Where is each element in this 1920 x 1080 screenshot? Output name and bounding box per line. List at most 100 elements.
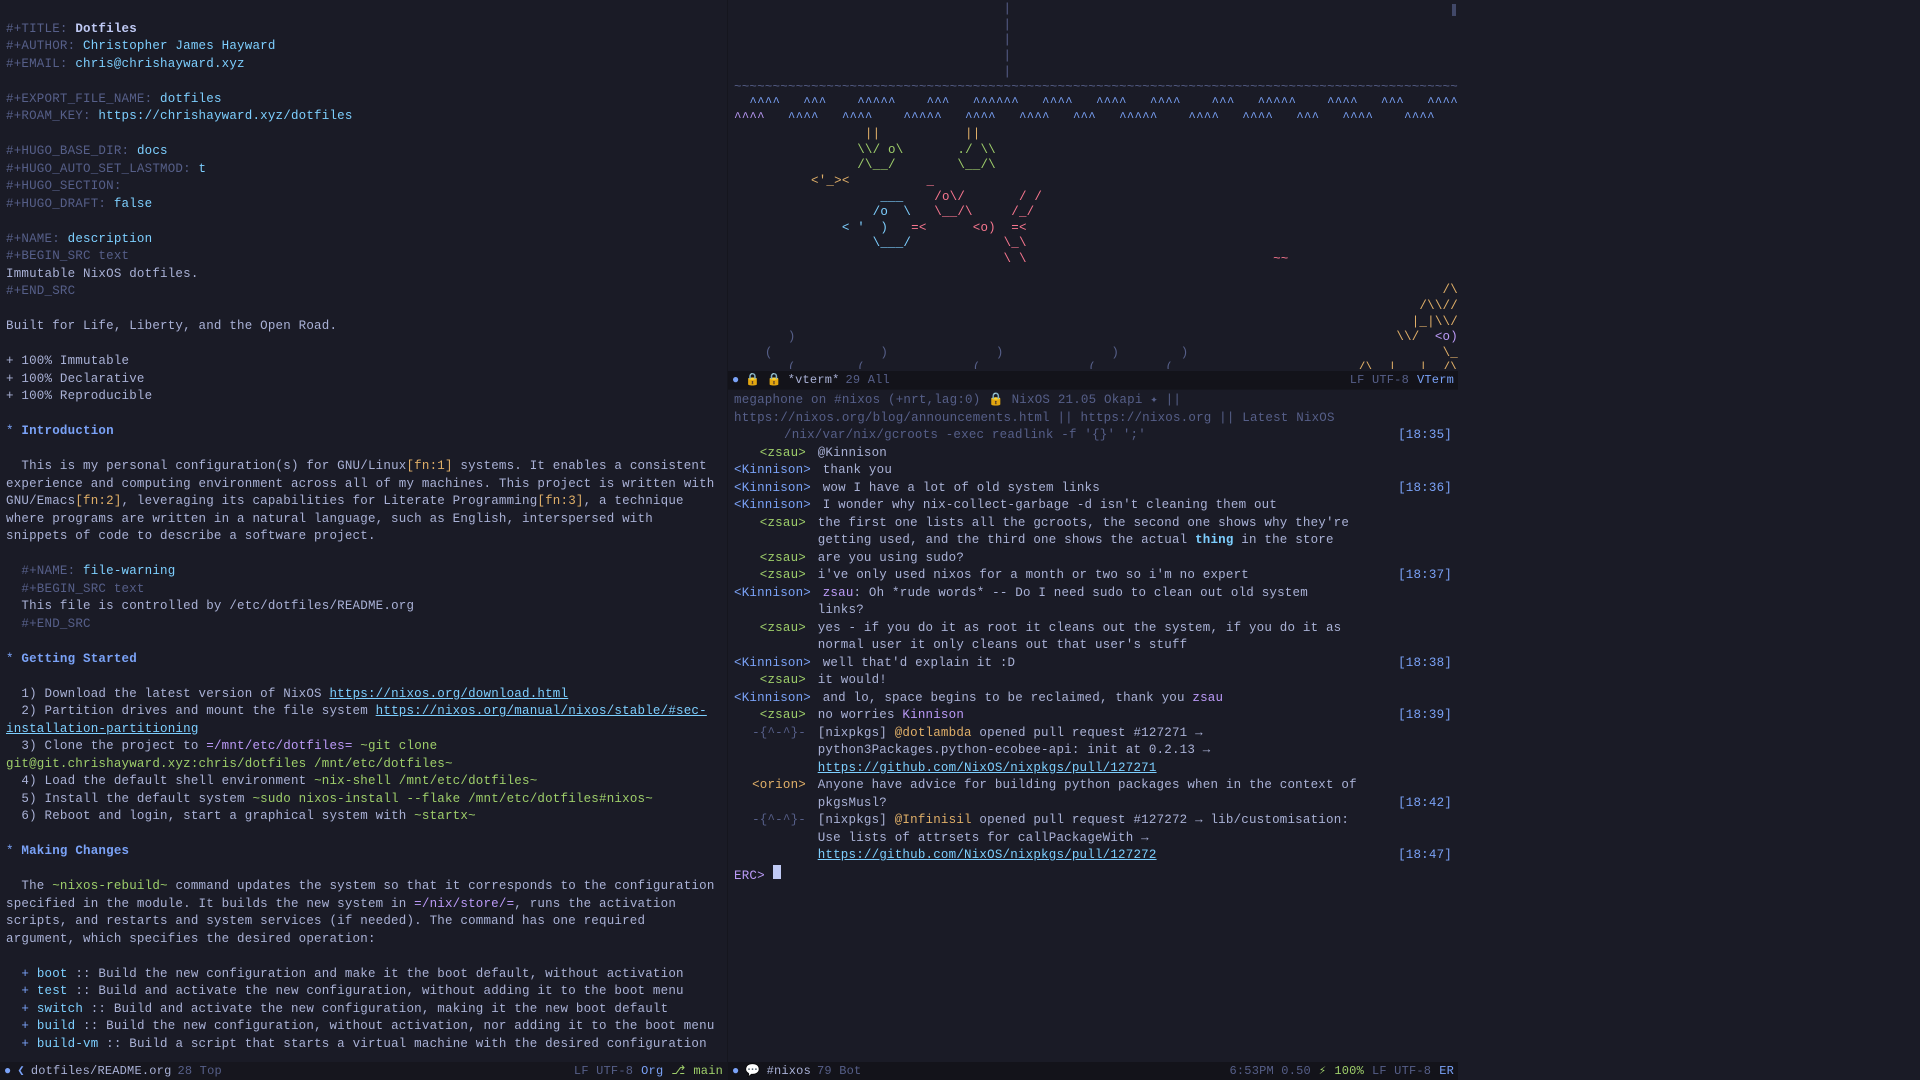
irc-line: <Kinnison> I wonder why nix-collect-garb… [734,497,1452,515]
irc-timestamp: [18:36] [1388,480,1452,498]
irc-content[interactable]: megaphone on #nixos (+nrt,lag:0) 🔒 NixOS… [728,390,1458,1060]
irc-message: the first one lists all the gcroots, the… [810,516,1355,530]
irc-message: Anyone have advice for building python p… [810,778,1363,792]
irc-nick: <Kinnison> [734,690,815,708]
chevron-icon: ❮ [17,1063,24,1080]
irc-line: <zsau> the first one lists all the gcroo… [734,515,1452,533]
cursor [773,865,781,879]
irc-timestamp: [18:37] [1388,567,1452,585]
footnote-1[interactable]: [fn:1] [406,459,452,473]
irc-message: i've only used nixos for a month or two … [810,568,1255,582]
battery-icon: ⚡ [1319,1063,1326,1080]
irc-message: getting used, and the third one shows th… [810,533,1340,547]
irc-message: no worries Kinnison [810,708,970,722]
modeline-irc[interactable]: ● 💬 #nixos 79 Bot 6:53PM 0.50 ⚡ 100% LF … [728,1062,1458,1080]
modeline-editor[interactable]: ● ❮ dotfiles/README.org 28 Top LF UTF-8 … [0,1062,727,1080]
modeline-filename: dotfiles/README.org [31,1063,172,1080]
heading-making-changes[interactable]: Making Changes [21,844,129,858]
irc-message: [nixpkgs] @dotlambda opened pull request… [810,726,1209,740]
circle-icon: ● [4,1063,11,1080]
irc-nick: <zsau> [734,550,810,568]
irc-line: normal user it only cleans out that user… [734,637,1452,655]
irc-line: <Kinnison> zsau: Oh *rude words* -- Do I… [734,585,1452,603]
irc-line: <zsau> i've only used nixos for a month … [734,567,1452,585]
irc-message: https://github.com/NixOS/nixpkgs/pull/12… [810,848,1163,862]
irc-line: <zsau> are you using sudo? [734,550,1452,568]
vterm-pane: | | | | | ~~~~~~~~~~~~~~~~~~~~~~~~~~~~~~… [728,0,1458,390]
irc-timestamp: [18:47] [1388,847,1452,865]
irc-line: Use lists of attrsets for callPackageWit… [734,830,1452,848]
irc-message: it would! [810,673,893,687]
irc-pane: megaphone on #nixos (+nrt,lag:0) 🔒 NixOS… [728,390,1458,1080]
irc-message: normal user it only cleans out that user… [810,638,1193,652]
modeline-vc-branch: main [693,1063,723,1080]
irc-nick: -{^-^}- [734,725,810,743]
irc-line: -{^-^}- [nixpkgs] @dotlambda opened pull… [734,725,1452,743]
irc-line: <zsau> it would! [734,672,1452,690]
irc-nick: <Kinnison> [734,480,815,498]
modeline-encoding: LF UTF-8 [574,1063,633,1080]
modeline-vterm[interactable]: ● 🔒 🔒 *vterm* 29 All LF UTF-8 VTerm [728,371,1458,389]
modeline-position: 28 Top [177,1063,221,1080]
irc-message: @Kinnison [810,446,893,460]
vterm-buffer-name: *vterm* [788,372,840,389]
editor-content[interactable]: #+TITLE: Dotfiles #+AUTHOR: Christopher … [0,0,727,1060]
irc-line: pkgsMusl? [18:42] [734,795,1452,813]
irc-buffer-name: #nixos [767,1063,811,1080]
irc-nick: <zsau> [734,620,810,638]
tagline: Built for Life, Liberty, and the Open Ro… [6,319,337,333]
modeline-time: 6:53PM 0.50 [1230,1063,1311,1080]
irc-nick: <zsau> [734,445,810,463]
irc-line: <zsau> @Kinnison [734,445,1452,463]
irc-line: <zsau> no worries Kinnison[18:39] [734,707,1452,725]
vterm-content[interactable]: | | | | | ~~~~~~~~~~~~~~~~~~~~~~~~~~~~~~… [728,0,1458,369]
modeline-major-mode: Org [641,1063,663,1080]
irc-nick: <zsau> [734,515,810,533]
irc-line: -{^-^}- [nixpkgs] @Infinisil opened pull… [734,812,1452,830]
irc-line: <orion> Anyone have advice for building … [734,777,1452,795]
irc-line: python3Packages.python-ecobee-api: init … [734,742,1452,760]
branch-icon: ⎇ [671,1063,685,1080]
irc-nick: <Kinnison> [734,655,815,673]
irc-message: [nixpkgs] @Infinisil opened pull request… [810,813,1355,827]
irc-message: yes - if you do it as root it cleans out… [810,621,1347,635]
editor-pane: #+TITLE: Dotfiles #+AUTHOR: Christopher … [0,0,728,1080]
irc-nick: <Kinnison> [734,585,815,603]
irc-timestamp: [18:38] [1388,655,1452,673]
irc-message: well that'd explain it :D [815,656,1021,670]
link-download[interactable]: https://nixos.org/download.html [329,687,568,701]
irc-nick: <Kinnison> [734,462,815,480]
irc-message: https://github.com/NixOS/nixpkgs/pull/12… [810,761,1163,775]
irc-line: <Kinnison> well that'd explain it :D [18:… [734,655,1452,673]
irc-nick: <Kinnison> [734,497,815,515]
chat-icon: 💬 [745,1063,760,1080]
irc-nick: <zsau> [734,567,810,585]
irc-nick: <orion> [734,777,810,795]
irc-prompt-line[interactable]: ERC> [734,865,1452,886]
irc-message: Use lists of attrsets for callPackageWit… [810,831,1155,845]
irc-nick: -{^-^}- [734,812,810,830]
irc-line: <zsau> yes - if you do it as root it cle… [734,620,1452,638]
irc-message: I wonder why nix-collect-garbage -d isn'… [815,498,1283,512]
meta-key: #+TITLE: [6,22,68,36]
irc-message: pkgsMusl? [810,796,893,810]
lock-icon: 🔒 [745,372,760,389]
irc-message: zsau: Oh *rude words* -- Do I need sudo … [815,586,1314,600]
irc-message: wow I have a lot of old system links [815,481,1106,495]
irc-line: getting used, and the third one shows th… [734,532,1452,550]
irc-line: <Kinnison> and lo, space begins to be re… [734,690,1452,708]
irc-line: https://github.com/NixOS/nixpkgs/pull/12… [734,760,1452,778]
footnote-2[interactable]: [fn:2] [75,494,121,508]
circle-icon: ● [732,1063,739,1080]
irc-nick: <zsau> [734,672,810,690]
heading-getting-started[interactable]: Getting Started [21,652,137,666]
irc-timestamp: [18:42] [1388,795,1452,813]
irc-message: are you using sudo? [810,551,970,565]
heading-introduction[interactable]: Introduction [21,424,113,438]
circle-icon: ● [732,372,739,389]
footnote-3[interactable]: [fn:3] [537,494,583,508]
scrollbar-indicator[interactable] [1452,4,1456,16]
desc-text: Immutable NixOS dotfiles. [6,267,199,281]
lock-icon: 🔒 [767,372,782,389]
irc-message: and lo, space begins to be reclaimed, th… [815,691,1229,705]
